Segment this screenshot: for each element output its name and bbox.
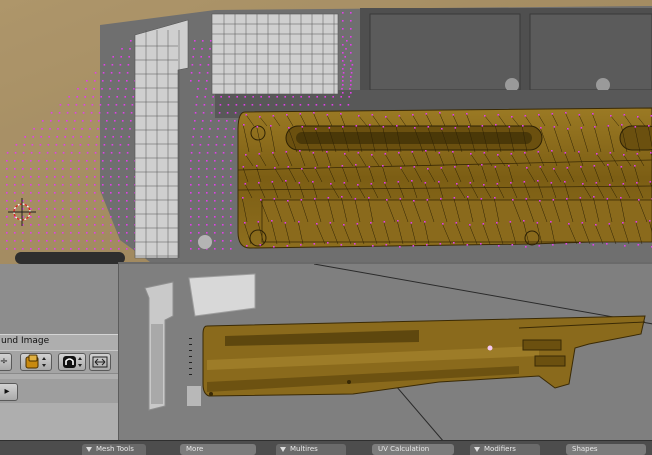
tab-label: Modifiers [484,445,516,453]
3d-viewport[interactable] [118,262,652,442]
collapse-triangle-icon [86,447,92,452]
tab-field-label: Shapes [572,445,598,453]
uv-island-stock[interactable] [238,108,652,248]
tab-mesh-tools-field[interactable]: More [180,444,256,455]
collapse-triangle-icon [280,447,286,452]
resize-icon [90,354,110,370]
stepper-button[interactable]: ÷ [0,353,12,371]
uv-editor-canvas[interactable] [0,0,652,264]
tab-multires[interactable]: Multires [276,444,346,455]
collapse-triangle-icon [474,447,480,452]
tab-label: Mesh Tools [96,445,134,453]
uv-editor-viewport[interactable] [0,0,652,264]
mesh-piece-handle[interactable] [187,386,201,406]
image-browse-icon [22,354,50,370]
left-arrow-icon: ▸ [4,386,9,397]
panel-header-label: und Image [0,335,119,348]
tab-field-label: More [186,445,203,453]
tab-mesh-tools[interactable]: Mesh Tools [82,444,146,455]
lock-button[interactable] [58,353,86,371]
tab-modifiers-field[interactable]: Shapes [566,444,646,455]
panel-controls-row: ÷ [0,350,118,374]
lock-icon [60,354,84,370]
mesh-piece-block[interactable] [189,274,255,316]
resize-button[interactable] [89,353,111,371]
background-image-panel: und Image ÷ [0,334,118,441]
3d-viewport-canvas[interactable] [119,264,652,442]
tab-modifiers[interactable]: Modifiers [470,444,540,455]
panel-row-2: ▸ [0,379,118,403]
tab-label: Multires [290,445,318,453]
buttons-window-header: Mesh Tools More Multires UV Calculation … [0,440,652,455]
tab-field-label: UV Calculation [378,445,429,453]
image-browse-button[interactable] [20,353,52,371]
left-arrow-button[interactable]: ▸ [0,383,18,401]
stepper-label: ÷ [0,356,8,367]
tab-multires-field[interactable]: UV Calculation [372,444,454,455]
